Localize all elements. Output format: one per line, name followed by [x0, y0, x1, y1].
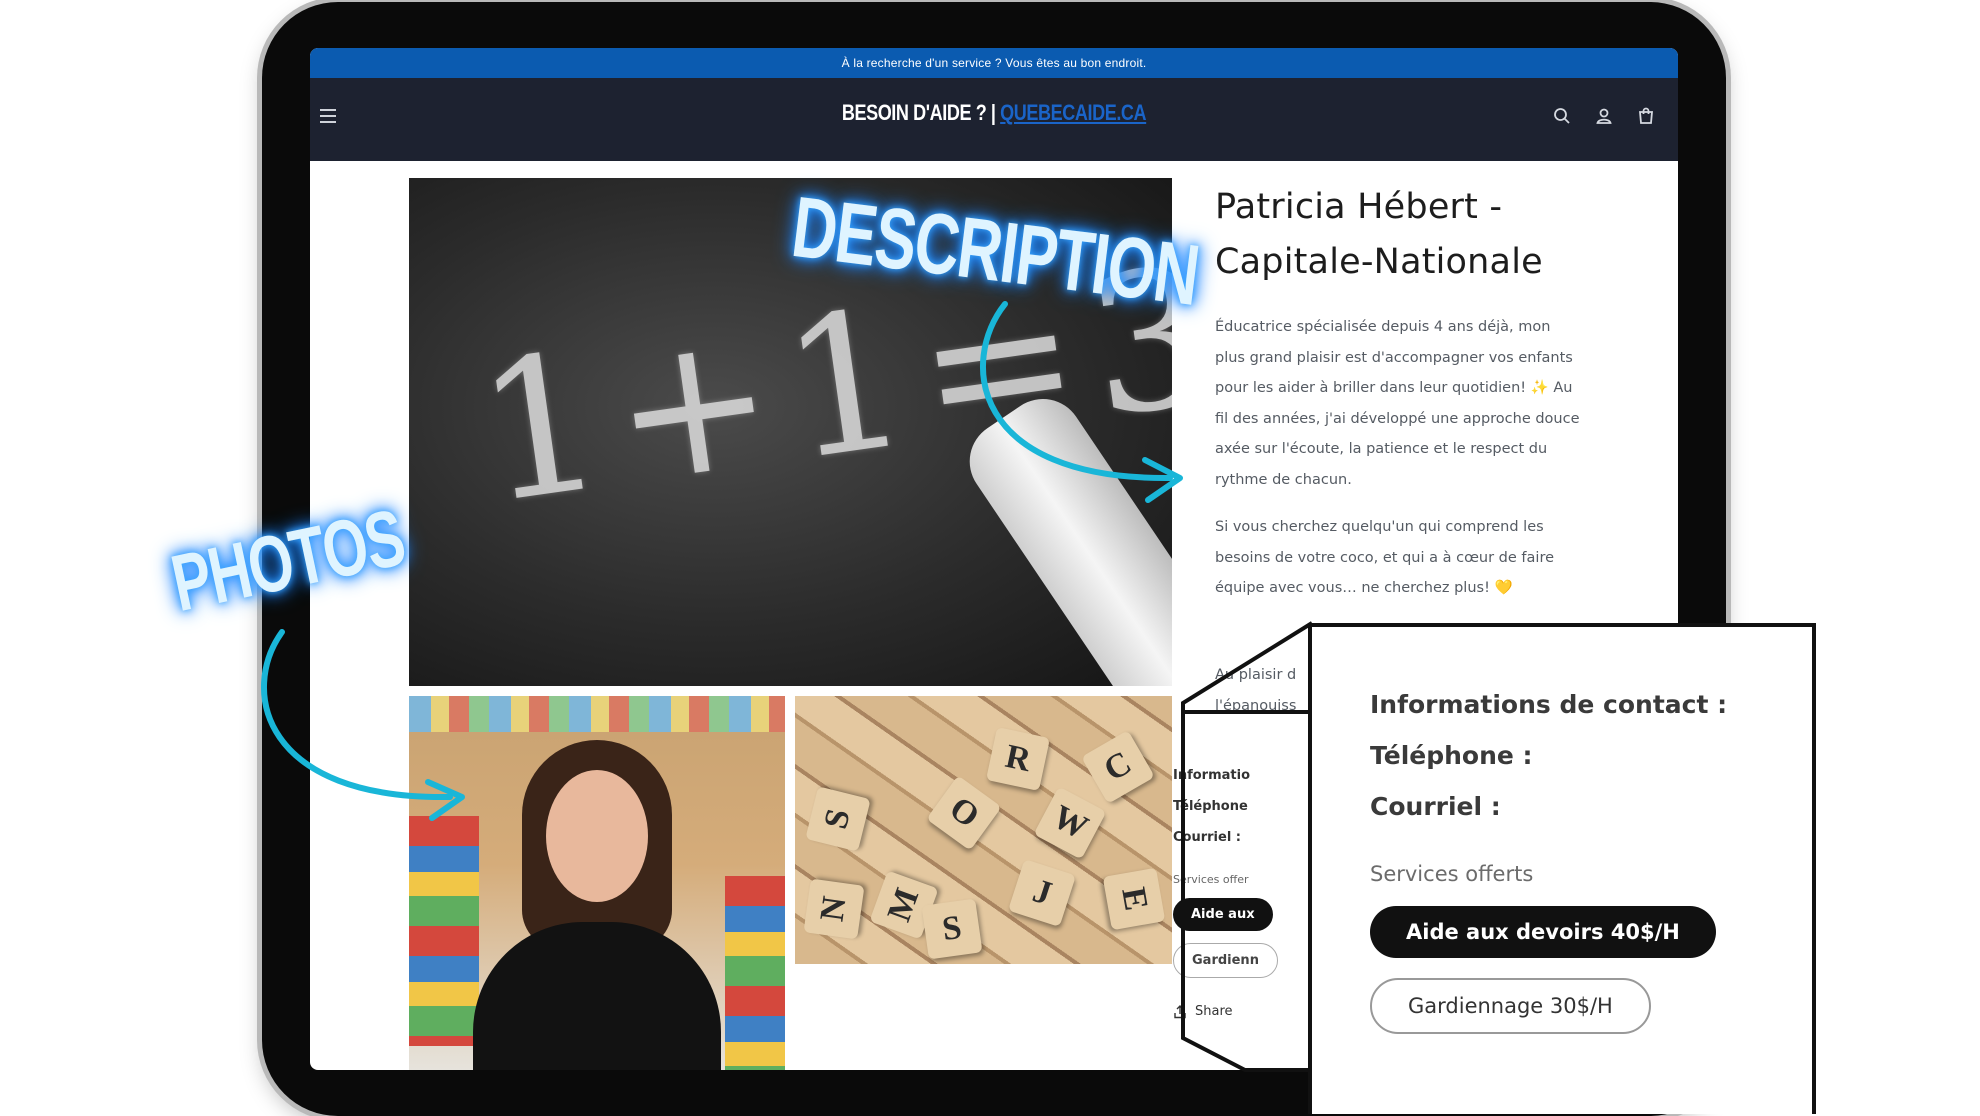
tile: C — [1081, 730, 1155, 804]
share-label: Share — [1195, 1004, 1233, 1019]
product-image-tiles[interactable]: R C W S M J E N S O — [795, 696, 1172, 964]
tile: S — [921, 898, 983, 960]
zoom-phone-label: Téléphone : — [1370, 741, 1533, 770]
tile: O — [926, 775, 1002, 851]
product-title: Patricia Hébert - Capitale-Nationale — [1215, 187, 1543, 282]
zoom-contact-info-label: Informations de contact : — [1370, 690, 1728, 719]
description-paragraph: Si vous cherchez quelqu'un qui comprend … — [1215, 519, 1555, 596]
share-button[interactable]: Share — [1173, 1004, 1313, 1019]
logo-text: BESOIN D'AIDE ? | — [841, 100, 1001, 125]
tile: W — [1033, 786, 1107, 860]
announcement-bar: À la recherche d'un service ? Vous êtes … — [310, 48, 1678, 78]
description-continued: Au plaisir d l'épanouiss — [1215, 667, 1297, 714]
logo-domain: QUEBECAIDE.CA — [1000, 100, 1147, 125]
tile: E — [1102, 867, 1166, 931]
site-logo[interactable]: BESOIN D'AIDE ? | QUEBECAIDE.CA — [433, 100, 1555, 126]
product-description: Éducatrice spécialisée depuis 4 ans déjà… — [1215, 312, 1585, 621]
tile: R — [985, 726, 1051, 792]
search-icon[interactable] — [1552, 106, 1572, 126]
site-header: BESOIN D'AIDE ? | QUEBECAIDE.CA — [310, 78, 1678, 161]
tile: N — [803, 878, 865, 940]
zoom-service-homework-button[interactable]: Aide aux devoirs 40$/H — [1370, 906, 1716, 958]
tile: J — [1007, 858, 1077, 928]
contact-panel: Informatio Téléphone Courriel : Services… — [1173, 760, 1313, 1019]
description-paragraph: Éducatrice spécialisée depuis 4 ans déjà… — [1215, 319, 1580, 488]
contact-zoom-callout: Informations de contact : Téléphone : Co… — [1308, 623, 1816, 1114]
zoom-services-label: Services offerts — [1370, 862, 1534, 886]
service-homework-button[interactable]: Aide aux — [1173, 898, 1273, 931]
phone-label: Téléphone — [1173, 799, 1248, 814]
share-icon — [1174, 1004, 1186, 1018]
tile: S — [805, 786, 871, 852]
services-label: Services offer — [1173, 873, 1249, 886]
zoom-service-babysitting-button[interactable]: Gardiennage 30$/H — [1370, 978, 1651, 1034]
service-babysitting-button[interactable]: Gardienn — [1173, 943, 1278, 978]
contact-info-label: Informatio — [1173, 768, 1251, 783]
cart-icon[interactable] — [1636, 106, 1656, 126]
zoom-email-label: Courriel : — [1370, 792, 1501, 821]
header-icons — [1552, 106, 1656, 126]
email-label: Courriel : — [1173, 830, 1242, 845]
menu-icon[interactable] — [320, 109, 336, 123]
account-icon[interactable] — [1594, 106, 1614, 126]
product-image-portrait[interactable] — [409, 696, 785, 1070]
